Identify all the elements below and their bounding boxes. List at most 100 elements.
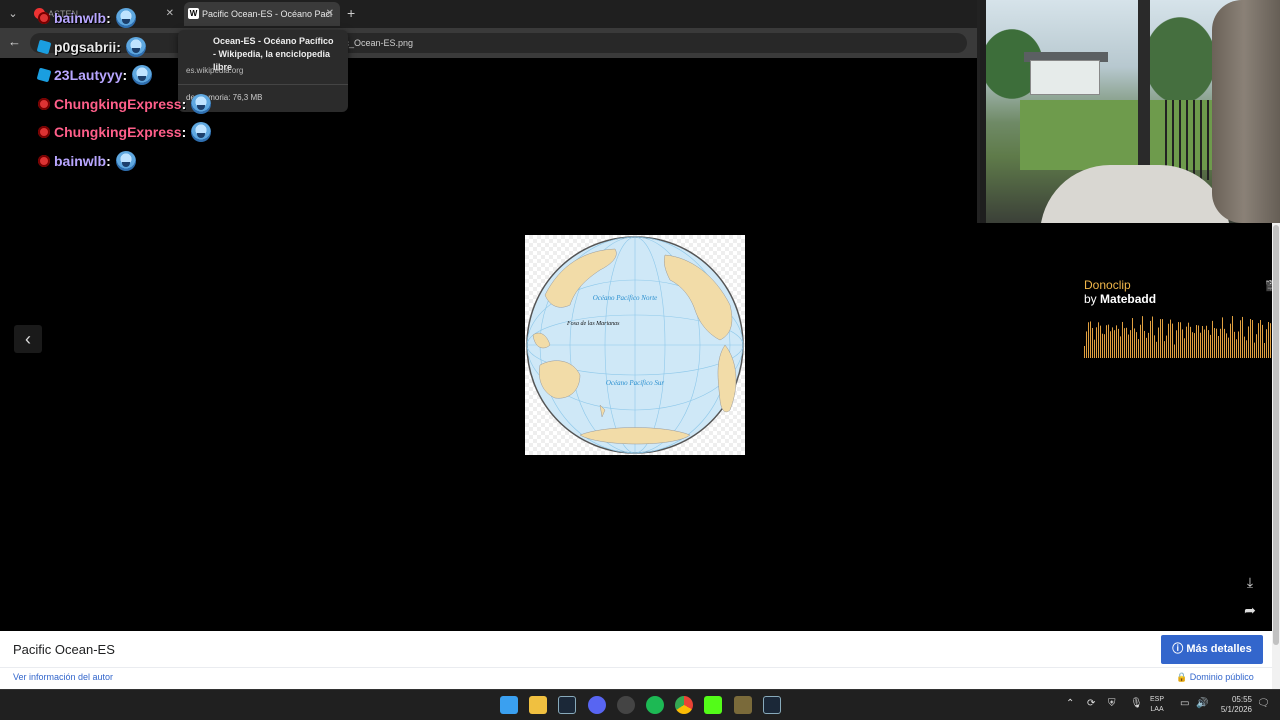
license-link[interactable]: 🔒 Dominio público — [1176, 672, 1254, 683]
divider — [0, 667, 1272, 668]
waveform-bar — [1266, 329, 1267, 358]
chevron-up-icon[interactable]: ⌃ — [1066, 698, 1074, 709]
waveform-bar — [1100, 325, 1101, 358]
more-details-label: Más detalles — [1186, 643, 1252, 655]
waveform-bar — [1120, 336, 1121, 358]
waveform-bar — [1118, 328, 1119, 358]
author-info-link[interactable]: Ver información del autor — [13, 672, 113, 682]
windows-start-icon[interactable] — [500, 696, 518, 714]
waveform-bar — [1246, 340, 1247, 358]
byline-prefix: by — [1084, 292, 1097, 306]
waveform-bar — [1104, 334, 1105, 358]
shield-icon[interactable]: ⛨ — [1108, 698, 1116, 709]
minecraft-icon[interactable] — [734, 696, 752, 714]
chat-message: bainwlb: — [38, 4, 211, 33]
emote-icon — [191, 93, 212, 114]
waveform-bar — [1136, 332, 1137, 358]
discord-icon[interactable] — [588, 696, 606, 714]
waveform-bar — [1180, 322, 1181, 358]
waveform-bar — [1186, 326, 1187, 358]
waveform-bar — [1242, 316, 1243, 358]
file-explorer-icon[interactable] — [529, 696, 547, 714]
chevron-left-icon[interactable]: ‹ — [14, 325, 42, 353]
waveform-bar — [1268, 322, 1269, 358]
waveform-bar — [1238, 331, 1239, 358]
waveform-bar — [1262, 324, 1263, 358]
waveform-bar — [1152, 316, 1153, 358]
waveform-bar — [1244, 336, 1245, 358]
badge-icon — [38, 154, 50, 167]
waveform-bar — [1170, 319, 1171, 358]
waveform-bar — [1196, 325, 1197, 358]
new-tab-icon[interactable]: + — [347, 5, 355, 21]
download-icon[interactable]: ⤓ — [1240, 574, 1260, 594]
windows-taskbar: ⌃ ⟳ ⛨ 🎙 ESP LAA ▭ 🔊 05:55 5/1/2026 🗨 — [0, 689, 1280, 720]
waveform-bar — [1146, 337, 1147, 358]
more-details-button[interactable]: ⓘ Más detalles — [1161, 635, 1263, 664]
obs-icon[interactable] — [617, 696, 635, 714]
cube-badge-icon — [36, 39, 52, 55]
clock[interactable]: 05:55 5/1/2026 — [1200, 695, 1252, 715]
waveform-bar — [1260, 320, 1261, 358]
waveform-bar — [1158, 327, 1159, 358]
waveform-bar — [1198, 325, 1199, 358]
chat-message: ChungkingExpress: — [38, 118, 212, 147]
audio-waveform — [1084, 316, 1277, 358]
waveform-bar — [1240, 320, 1241, 358]
waveform-bar — [1090, 321, 1091, 358]
chat-message: 23Lautyyy: — [36, 61, 211, 90]
waveform-bar — [1086, 331, 1087, 358]
badge-icon — [38, 126, 50, 139]
language-indicator[interactable]: ESP LAA — [1150, 695, 1164, 715]
waveform-bar — [1134, 328, 1135, 358]
waveform-bar — [1148, 332, 1149, 358]
waveform-bar — [1150, 320, 1151, 358]
map-label-north: Océano Pacífico Norte — [593, 294, 658, 302]
emote-icon — [115, 8, 136, 29]
waveform-bar — [1132, 318, 1133, 358]
donoclip-title: Donoclip — [1084, 278, 1131, 292]
person — [1212, 0, 1280, 223]
waveform-bar — [1270, 323, 1271, 358]
network-icon[interactable]: ▭ — [1180, 698, 1189, 709]
kick-icon[interactable] — [704, 696, 722, 714]
info-icon: ⓘ — [1172, 643, 1184, 655]
waveform-bar — [1162, 319, 1163, 358]
chat-separator: : — [106, 152, 111, 169]
waveform-bar — [1092, 327, 1093, 358]
notification-icon[interactable]: 🗨 — [1257, 698, 1270, 709]
steam-icon[interactable] — [558, 696, 576, 714]
screen: ⌄ ASTEN ✕ W Pacific Ocean-ES - Océano Pa… — [0, 0, 1280, 720]
waveform-bar — [1088, 322, 1089, 358]
waveform-bar — [1144, 330, 1145, 358]
microphone-icon[interactable]: 🎙 — [1130, 698, 1143, 709]
chrome-icon[interactable] — [675, 696, 693, 714]
waveform-bar — [1140, 324, 1141, 358]
waveform-bar — [1208, 330, 1209, 358]
share-icon[interactable]: ➦ — [1240, 602, 1260, 622]
waveform-bar — [1184, 338, 1185, 358]
waveform-bar — [1166, 335, 1167, 358]
waveform-bar — [1168, 323, 1169, 358]
waveform-bar — [1172, 323, 1173, 358]
waveform-bar — [1220, 328, 1221, 358]
tab-search-icon[interactable]: ⌄ — [4, 5, 22, 23]
arrow-left-icon[interactable]: ← — [8, 34, 21, 49]
close-icon[interactable]: ✕ — [326, 2, 334, 26]
sync-icon[interactable]: ⟳ — [1087, 698, 1095, 709]
waveform-bar — [1228, 337, 1229, 358]
steam-icon[interactable] — [763, 696, 781, 714]
lock-icon: 🔒 — [1176, 672, 1188, 682]
chat-separator: : — [116, 38, 121, 55]
lang-code: ESP — [1150, 696, 1165, 703]
waveform-bar — [1094, 339, 1095, 358]
waveform-bar — [1154, 335, 1155, 358]
map-label-south: Océano Pacífico Sur — [606, 379, 665, 387]
waveform-bar — [1204, 329, 1205, 358]
chat-username: bainwlb — [54, 152, 107, 169]
pacific-ocean-map-image: Océano Pacífico Norte Océano Pacífico Su… — [525, 235, 745, 455]
waveform-bar — [1236, 339, 1237, 358]
spotify-icon[interactable] — [646, 696, 664, 714]
scrollbar-thumb[interactable] — [1273, 225, 1279, 645]
chat-message: ChungkingExpress: — [38, 90, 212, 119]
